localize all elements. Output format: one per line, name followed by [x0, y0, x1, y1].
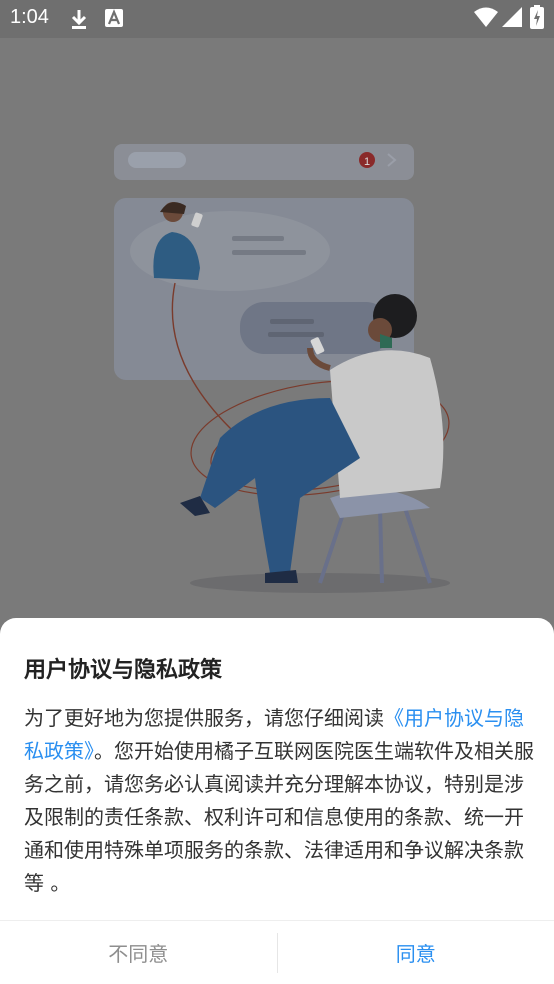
agreement-dialog: 用户协议与隐私政策 为了更好地为您提供服务，请您仔细阅读《用户协议与隐私政策》。…	[0, 618, 554, 984]
battery-icon	[530, 5, 544, 29]
body-suffix: 。您开始使用橘子互联网医院医生端软件及相关服务之前，请您务必认真阅读并充分理解本…	[24, 739, 534, 895]
signal-icon	[502, 7, 522, 27]
body-prefix: 为了更好地为您提供服务，请您仔细阅读	[24, 706, 384, 730]
patient-figure	[330, 350, 444, 498]
consultation-illustration: 1	[114, 144, 450, 593]
dialog-title: 用户协议与隐私政策	[24, 658, 223, 683]
dialog-body: 为了更好地为您提供服务，请您仔细阅读《用户协议与隐私政策》。您开始使用橘子互联网…	[24, 702, 534, 900]
dialog-footer: 不同意 同意	[0, 920, 554, 984]
status-bar: 1:04	[0, 0, 554, 38]
notification-count: 1	[364, 156, 370, 168]
download-icon	[71, 10, 87, 29]
wifi-icon	[474, 7, 498, 27]
disagree-button[interactable]: 不同意	[0, 921, 277, 984]
a-badge-icon	[105, 9, 123, 27]
status-time: 1:04	[10, 6, 49, 28]
agree-button[interactable]: 同意	[278, 921, 554, 984]
